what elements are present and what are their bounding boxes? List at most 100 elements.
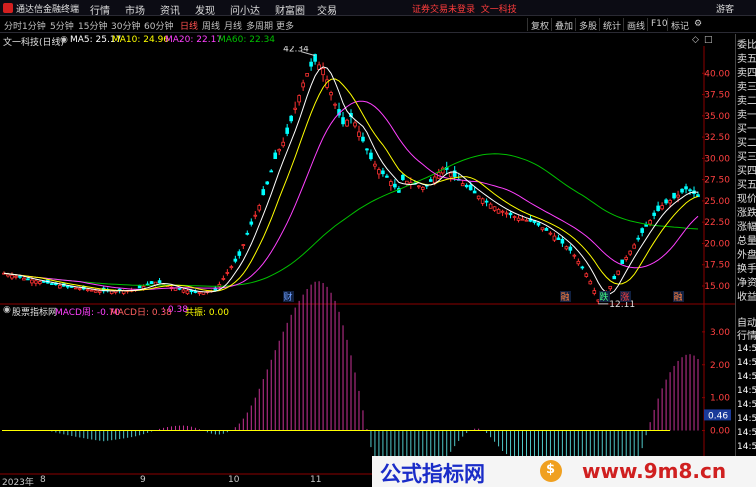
macd-tick-label: 1.00 bbox=[710, 394, 730, 404]
candle bbox=[369, 152, 373, 160]
stats-button[interactable]: 统计 bbox=[599, 18, 624, 32]
tf-multi[interactable]: 多周期 bbox=[246, 19, 273, 32]
menu-ask[interactable]: 问小达 bbox=[230, 2, 260, 17]
panel-item: 买二 bbox=[737, 138, 756, 149]
resonance-label: 共振: 0.00 bbox=[185, 308, 229, 318]
candle bbox=[293, 107, 297, 110]
tf-monthly[interactable]: 月线 bbox=[224, 19, 242, 32]
candle bbox=[38, 281, 42, 284]
candle bbox=[361, 136, 365, 142]
candle bbox=[476, 195, 481, 200]
tf-60min[interactable]: 60分钟 bbox=[144, 19, 173, 32]
tf-intraday[interactable]: 分时 bbox=[4, 19, 22, 32]
panel-item: 现价 bbox=[737, 194, 756, 205]
maximize-icon[interactable]: □ bbox=[704, 35, 713, 45]
menu-wealth[interactable]: 财富圈 bbox=[275, 2, 305, 17]
indicator-dot-icon[interactable]: ◉ bbox=[3, 305, 11, 315]
candle bbox=[636, 237, 640, 240]
restore-icon[interactable]: ◇ bbox=[692, 35, 699, 45]
panel-time: 14:50 bbox=[737, 386, 756, 396]
candle bbox=[381, 170, 385, 175]
tf-15min[interactable]: 15分钟 bbox=[78, 19, 107, 32]
candle bbox=[484, 200, 489, 203]
candle bbox=[385, 175, 389, 178]
coin-icon: $ bbox=[540, 460, 562, 482]
menu-quotes[interactable]: 行情 bbox=[90, 2, 110, 17]
tf-5min[interactable]: 5分钟 bbox=[50, 19, 74, 32]
candle bbox=[428, 179, 433, 182]
candle bbox=[34, 280, 38, 284]
event-marker: 财 bbox=[283, 291, 292, 303]
mark-button[interactable]: 标记 bbox=[667, 18, 692, 32]
candle bbox=[417, 185, 421, 188]
panel-item: 总量 bbox=[737, 236, 756, 247]
tf-more[interactable]: 更多 bbox=[276, 19, 294, 32]
candle bbox=[345, 119, 349, 127]
high-label: 42.34 bbox=[283, 46, 309, 55]
panel-item: 卖一 bbox=[737, 110, 756, 121]
candle bbox=[644, 224, 648, 227]
tf-1min[interactable]: 1分钟 bbox=[22, 19, 46, 32]
x-label-8: 8 bbox=[40, 475, 46, 485]
candle bbox=[540, 227, 545, 231]
banner-left-text: 公式指标网 bbox=[380, 462, 485, 486]
menu-market[interactable]: 市场 bbox=[125, 2, 145, 17]
adjust-button[interactable]: 复权 bbox=[527, 18, 552, 32]
ma10-label: MA10: 24.96 bbox=[112, 35, 170, 45]
candle bbox=[572, 254, 577, 257]
candle bbox=[137, 285, 142, 289]
candle bbox=[564, 246, 569, 250]
candle bbox=[544, 228, 549, 231]
overlay-button[interactable]: 叠加 bbox=[551, 18, 576, 32]
panel-time: 14:50 bbox=[737, 442, 756, 452]
candle bbox=[321, 68, 325, 76]
candle bbox=[58, 285, 62, 289]
candle bbox=[584, 273, 589, 277]
panel-item: 收益 bbox=[737, 292, 756, 303]
candle bbox=[73, 287, 78, 290]
multi-stock-button[interactable]: 多股 bbox=[575, 18, 600, 32]
draw-button[interactable]: 画线 bbox=[623, 18, 648, 32]
settings-icon[interactable]: ⚙ bbox=[691, 18, 705, 31]
macd-info-bar: ◉ 股票指标网 MACD周: -0.70 MACD日: 0.38 : 0.38 … bbox=[0, 304, 735, 318]
menu-trade[interactable]: 交易 bbox=[317, 2, 337, 17]
candle bbox=[460, 183, 465, 187]
candle bbox=[684, 186, 688, 190]
candle bbox=[652, 212, 656, 216]
kline-chart[interactable]: 40.00 37.50 35.00 32.50 30.00 27.50 25.00 22.50… bbox=[0, 46, 735, 475]
menu-news[interactable]: 资讯 bbox=[160, 2, 180, 17]
x-label-year: 2023年 bbox=[2, 478, 34, 487]
panel-item: 外盘 bbox=[737, 250, 756, 261]
event-marker: 跌 bbox=[599, 292, 608, 303]
candle bbox=[620, 259, 625, 264]
panel-time: 14:50 bbox=[737, 344, 756, 354]
price-tick-label: 25.00 bbox=[704, 197, 730, 207]
price-tick-label: 27.50 bbox=[704, 176, 730, 186]
candle bbox=[305, 73, 309, 77]
candle bbox=[66, 285, 70, 288]
menu-discover[interactable]: 发现 bbox=[195, 2, 215, 17]
settings-dot-icon[interactable]: ◉ bbox=[60, 35, 68, 45]
price-tick-label: 40.00 bbox=[704, 69, 730, 79]
candle bbox=[373, 163, 377, 167]
candle bbox=[301, 82, 305, 88]
indicator-name[interactable]: 股票指标网 bbox=[12, 305, 57, 318]
panel-item: 卖二 bbox=[737, 96, 756, 107]
candle bbox=[520, 218, 525, 221]
panel-item: 卖五 bbox=[737, 54, 756, 65]
candle bbox=[608, 286, 613, 290]
tf-daily[interactable]: 日线 bbox=[180, 19, 198, 32]
login-notice[interactable]: 证券交易未登录 文一科技 bbox=[412, 2, 517, 15]
candle bbox=[500, 210, 505, 213]
panel-item: 买三 bbox=[737, 152, 756, 163]
candle bbox=[197, 292, 202, 294]
tf-30min[interactable]: 30分钟 bbox=[111, 19, 140, 32]
tf-weekly[interactable]: 周线 bbox=[202, 19, 220, 32]
candle bbox=[85, 289, 90, 292]
candle bbox=[680, 188, 684, 193]
candle bbox=[297, 95, 301, 103]
candle bbox=[89, 289, 94, 292]
guest-user[interactable]: 游客 bbox=[716, 2, 734, 15]
candle bbox=[624, 256, 629, 260]
banner-right-text: www.9m8.cn bbox=[582, 459, 727, 483]
